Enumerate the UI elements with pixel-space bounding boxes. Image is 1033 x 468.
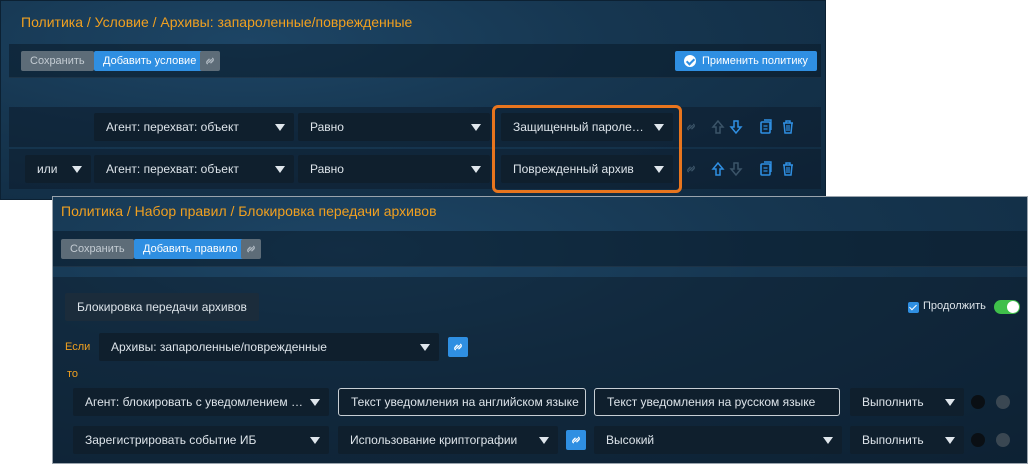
if-condition-select[interactable]: Архивы: запароленные/поврежденные [99,333,439,361]
caret-down-icon [310,437,320,444]
caret-down-icon [471,166,481,173]
check-circle-icon [684,55,696,67]
comparison-select[interactable]: Равно [298,113,490,141]
action-select-value: Зарегистрировать событие ИБ [85,433,257,447]
help-icon[interactable] [971,395,985,409]
condition-link-button[interactable] [448,337,468,357]
detail-select-value: Использование криптографии [350,433,518,447]
arrow-up-icon[interactable] [711,119,725,135]
remove-icon[interactable] [996,395,1010,409]
caret-down-icon [275,166,285,173]
remove-icon[interactable] [996,433,1010,447]
detail-select[interactable]: Использование криптографии [338,426,558,454]
field-select-value: Агент: перехват: объект [106,162,239,176]
field-select[interactable]: Агент: перехват: объект [94,155,294,183]
execute-select[interactable]: Выполнить [850,426,964,454]
link-icon[interactable] [684,162,698,176]
link-button[interactable] [241,239,261,259]
link-icon [572,436,580,444]
comparison-select[interactable]: Равно [298,155,490,183]
severity-select[interactable]: Высокий [594,426,842,454]
caret-down-icon [539,437,549,444]
ruleset-toolbar: Сохранить Добавить правило [53,231,1027,267]
link-button[interactable] [200,51,220,71]
caret-down-icon [310,399,320,406]
link-icon[interactable] [684,120,698,134]
condition-panel: Политика / Условие / Архивы: запароленны… [0,0,826,200]
detail-link-button[interactable] [566,430,586,450]
rule-enabled-toggle[interactable] [994,300,1020,314]
comparison-select-value: Равно [310,162,344,176]
arrow-down-icon[interactable] [729,119,743,135]
continue-checkbox[interactable] [908,302,919,313]
save-button[interactable]: Сохранить [21,51,94,71]
caret-down-icon [945,437,955,444]
copy-icon[interactable] [759,119,773,135]
arrow-up-icon[interactable] [711,161,725,177]
add-condition-button[interactable]: Добавить условие [94,51,206,71]
then-label: то [67,368,79,380]
trash-icon[interactable] [781,119,795,135]
action-select[interactable]: Зарегистрировать событие ИБ [73,426,329,454]
ruleset-breadcrumb: Политика / Набор правил / Блокировка пер… [61,203,437,219]
arrow-down-icon[interactable] [729,161,743,177]
action-select-value: Агент: блокировать с уведомлением пользо… [85,395,329,409]
help-icon[interactable] [971,433,985,447]
link-icon [247,245,255,253]
rule-name[interactable]: Блокировка передачи архивов [65,293,259,321]
highlight-frame [492,105,682,193]
trash-icon[interactable] [781,161,795,177]
if-label: Если [65,341,91,353]
operator-select[interactable]: или [25,155,91,183]
apply-policy-button[interactable]: Применить политику [675,51,817,71]
comparison-select-value: Равно [310,120,344,134]
apply-policy-label: Применить политику [702,55,808,67]
caret-down-icon [420,344,430,351]
copy-icon[interactable] [759,161,773,177]
condition-toolbar: Сохранить Добавить условие Применить пол… [9,44,821,78]
if-condition-value: Архивы: запароленные/поврежденные [111,340,327,354]
caret-down-icon [945,399,955,406]
execute-select[interactable]: Выполнить [850,388,964,416]
caret-down-icon [72,166,82,173]
link-icon [454,343,462,351]
action-select[interactable]: Агент: блокировать с уведомлением пользо… [73,388,329,416]
field-select[interactable]: Агент: перехват: объект [94,113,294,141]
add-rule-button[interactable]: Добавить правило [134,239,247,259]
field-select-value: Агент: перехват: объект [106,120,239,134]
save-button[interactable]: Сохранить [61,239,134,259]
condition-breadcrumb: Политика / Условие / Архивы: запароленны… [21,14,413,30]
caret-down-icon [275,124,285,131]
ruleset-panel: Политика / Набор правил / Блокировка пер… [52,196,1028,464]
link-icon [206,57,214,65]
operator-select-value: или [37,162,58,176]
severity-select-value: Высокий [606,433,655,447]
notification-text-en-input[interactable]: Текст уведомления на английском языке [338,388,586,416]
caret-down-icon [471,124,481,131]
caret-down-icon [823,437,833,444]
notification-text-ru-input[interactable]: Текст уведомления на русском языке [594,388,840,416]
continue-label: Продолжить [923,300,986,312]
